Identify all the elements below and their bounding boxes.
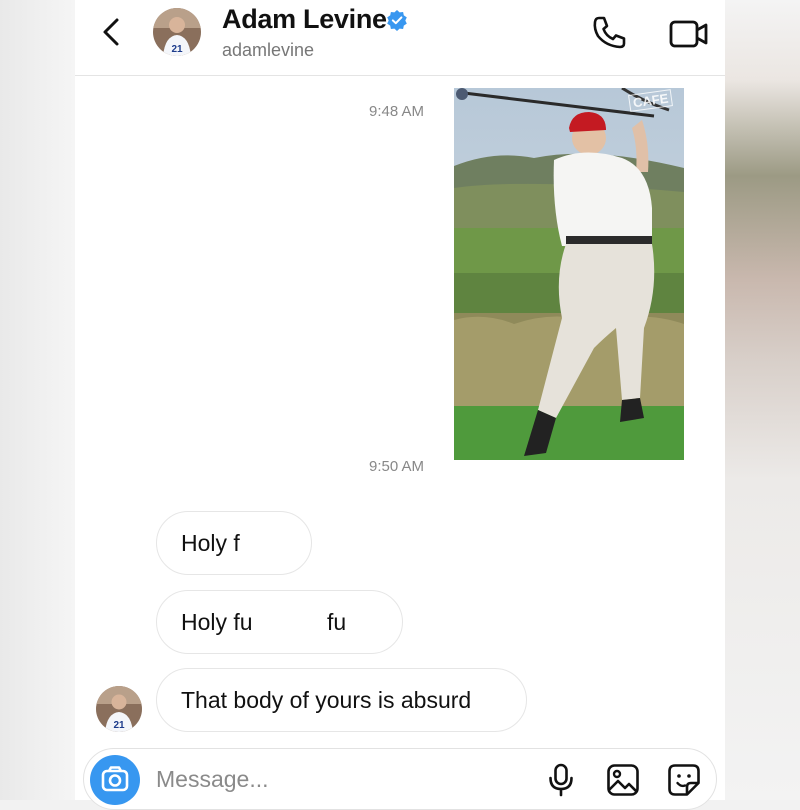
verified-badge-icon	[386, 9, 408, 31]
contact-handle: adamlevine	[222, 40, 315, 60]
message-bubble[interactable]: That body of yours is absurd	[156, 668, 527, 732]
message-text: That body of yours is absurd	[181, 687, 472, 713]
svg-text:21: 21	[113, 720, 125, 731]
message-composer	[83, 748, 717, 810]
message-text: Holy f	[181, 530, 240, 556]
header-divider	[75, 75, 725, 76]
message-bubble[interactable]: Holy f	[156, 511, 312, 575]
message-timestamp: 9:48 AM	[369, 103, 425, 120]
video-call-button[interactable]	[668, 14, 710, 52]
background-right	[725, 0, 800, 800]
shared-photo-message[interactable]: CAFE	[454, 88, 684, 460]
sticker-button[interactable]	[667, 763, 701, 797]
gallery-icon	[607, 764, 639, 796]
sticker-icon	[668, 764, 700, 796]
contact-name[interactable]: Adam Levine	[222, 4, 387, 35]
avatar[interactable]: 21	[153, 8, 201, 56]
message-timestamp: 9:50 AM	[369, 458, 425, 475]
background-left	[0, 0, 80, 800]
camera-button[interactable]	[90, 755, 140, 805]
message-text: Holy fu	[181, 609, 253, 635]
message-bubble[interactable]: Holy fu fu	[156, 590, 403, 654]
chevron-left-icon	[103, 18, 119, 46]
message-text-tail: fu	[327, 609, 347, 635]
video-camera-icon	[669, 20, 708, 48]
voice-message-button[interactable]	[546, 763, 576, 797]
phone-icon	[593, 16, 626, 49]
back-button[interactable]	[97, 12, 127, 52]
call-button[interactable]	[590, 14, 628, 52]
svg-text:21: 21	[171, 44, 183, 55]
microphone-icon	[549, 763, 573, 797]
chat-header: 21 Adam Levine adamlevine	[75, 0, 725, 75]
chat-screen: 21 Adam Levine adamlevine 9:48 AM CAFE 9…	[75, 0, 725, 810]
message-input[interactable]	[156, 764, 456, 794]
sender-avatar[interactable]: 21	[96, 686, 142, 732]
gallery-button[interactable]	[606, 763, 640, 797]
camera-icon	[101, 766, 129, 792]
